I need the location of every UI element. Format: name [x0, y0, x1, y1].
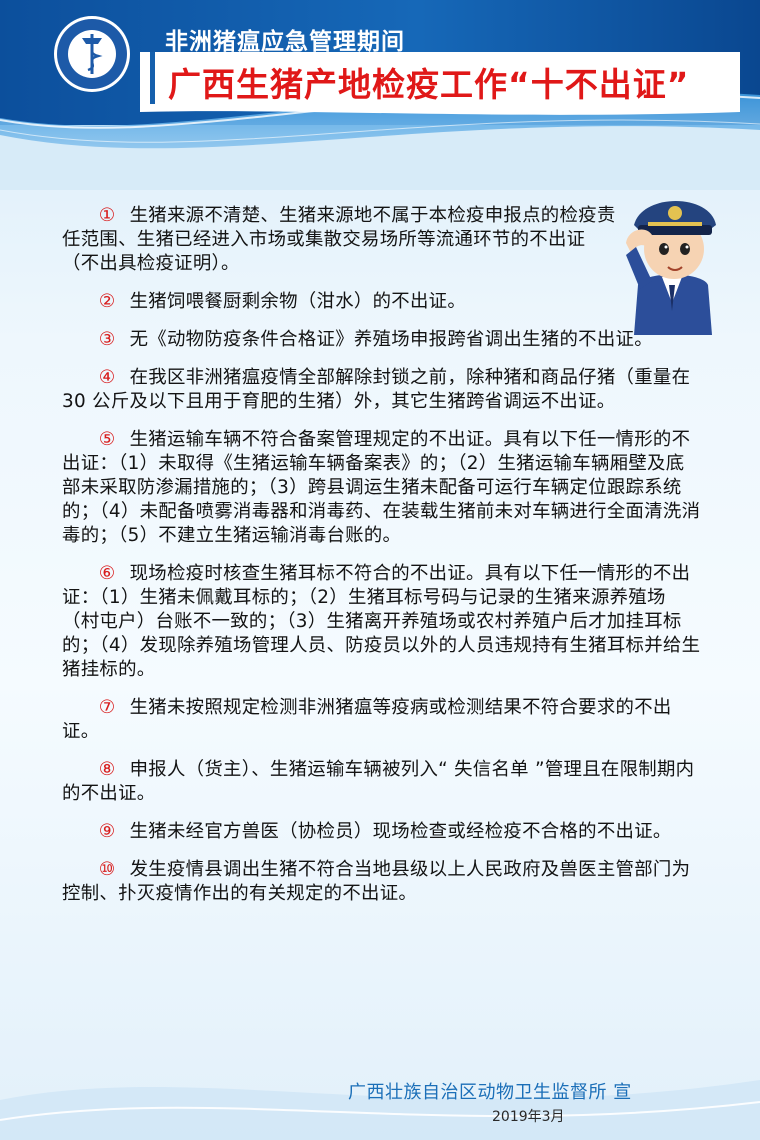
page-title: 广西生猪产地检疫工作“十不出证”	[168, 65, 690, 104]
rule-item-9: ⑨ 生猪未经官方兽医（协检员）现场检查或经检疫不合格的不出证。	[62, 820, 702, 844]
rule-text: 生猪来源不清楚、生猪来源地不属于本检疫申报点的检疫责任范围、生猪已经进入市场或集…	[62, 205, 616, 274]
header-subtitle: 非洲猪瘟应急管理期间	[165, 29, 405, 55]
rule-item-5: ⑤ 生猪运输车辆不符合备案管理规定的不出证。具有以下任一情形的不出证：（1）未取得…	[62, 428, 702, 548]
rule-number: ⑥	[98, 563, 116, 584]
rule-number: ④	[98, 367, 116, 388]
poster: 非洲猪瘟应急管理期间 广西生猪产地检疫工作“十不出证” ① 生猪来源不清楚、生猪…	[0, 0, 760, 1140]
rule-text: 生猪运输车辆不符合备案管理规定的不出证。具有以下任一情形的不出证：（1）未取得《…	[62, 429, 701, 546]
publisher-name: 广西壮族自治区动物卫生监督所 宣	[348, 1082, 632, 1103]
rule-item-2: ② 生猪饲喂餐厨剩余物（泔水）的不出证。	[62, 290, 702, 314]
rule-text: 申报人（货主）、生猪运输车辆被列入“ 失信名单 ”管理且在限制期内的不出证。	[62, 759, 695, 804]
rule-number: ⑨	[98, 821, 116, 842]
rule-item-4: ④ 在我区非洲猪瘟疫情全部解除封锁之前，除种猪和商品仔猪（重量在 30 公斤及以下…	[62, 366, 702, 414]
rule-item-10: ⑩ 发生疫情县调出生猪不符合当地县级以上人民政府及兽医主管部门为控制、扑灭疫情作出…	[62, 858, 702, 906]
rule-text: 生猪未经官方兽医（协检员）现场检查或经检疫不合格的不出证。	[129, 821, 672, 842]
rule-number: ⑤	[98, 429, 116, 450]
rule-item-3: ③ 无《动物防疫条件合格证》养殖场申报跨省调出生猪的不出证。	[62, 328, 702, 352]
rule-text: 现场检疫时核查生猪耳标不符合的不出证。具有以下任一情形的不出证：（1）生猪未佩戴…	[62, 563, 701, 680]
rule-number: ③	[98, 329, 116, 350]
rule-item-7: ⑦ 生猪未按照规定检测非洲猪瘟等疫病或检测结果不符合要求的不出证。	[62, 696, 702, 744]
rule-list: ① 生猪来源不清楚、生猪来源地不属于本检疫申报点的检疫责任范围、生猪已经进入市场或…	[62, 204, 702, 920]
china-animal-health-inspection-logo	[52, 14, 132, 94]
rule-text: 无《动物防疫条件合格证》养殖场申报跨省调出生猪的不出证。	[129, 329, 653, 350]
publish-date: 2019年3月	[492, 1109, 565, 1125]
rule-number: ⑩	[98, 859, 116, 880]
rule-number: ①	[98, 205, 116, 226]
rule-text: 在我区非洲猪瘟疫情全部解除封锁之前，除种猪和商品仔猪（重量在 30 公斤及以下且…	[62, 367, 691, 412]
rule-number: ②	[98, 291, 116, 312]
rule-item-8: ⑧ 申报人（货主）、生猪运输车辆被列入“ 失信名单 ”管理且在限制期内的不出证。	[62, 758, 702, 806]
rule-text: 生猪饲喂餐厨剩余物（泔水）的不出证。	[129, 291, 467, 312]
rule-number: ⑧	[98, 759, 116, 780]
rule-item-1: ① 生猪来源不清楚、生猪来源地不属于本检疫申报点的检疫责任范围、生猪已经进入市场或…	[62, 204, 617, 276]
logo-emblem-icon	[54, 16, 130, 92]
rule-text: 发生疫情县调出生猪不符合当地县级以上人民政府及兽医主管部门为控制、扑灭疫情作出的…	[62, 859, 691, 904]
header-banner: 非洲猪瘟应急管理期间 广西生猪产地检疫工作“十不出证”	[0, 0, 760, 190]
rule-text: 生猪未按照规定检测非洲猪瘟等疫病或检测结果不符合要求的不出证。	[62, 697, 672, 742]
rule-item-6: ⑥ 现场检疫时核查生猪耳标不符合的不出证。具有以下任一情形的不出证：（1）生猪未佩…	[62, 562, 702, 682]
rule-number: ⑦	[98, 697, 116, 718]
